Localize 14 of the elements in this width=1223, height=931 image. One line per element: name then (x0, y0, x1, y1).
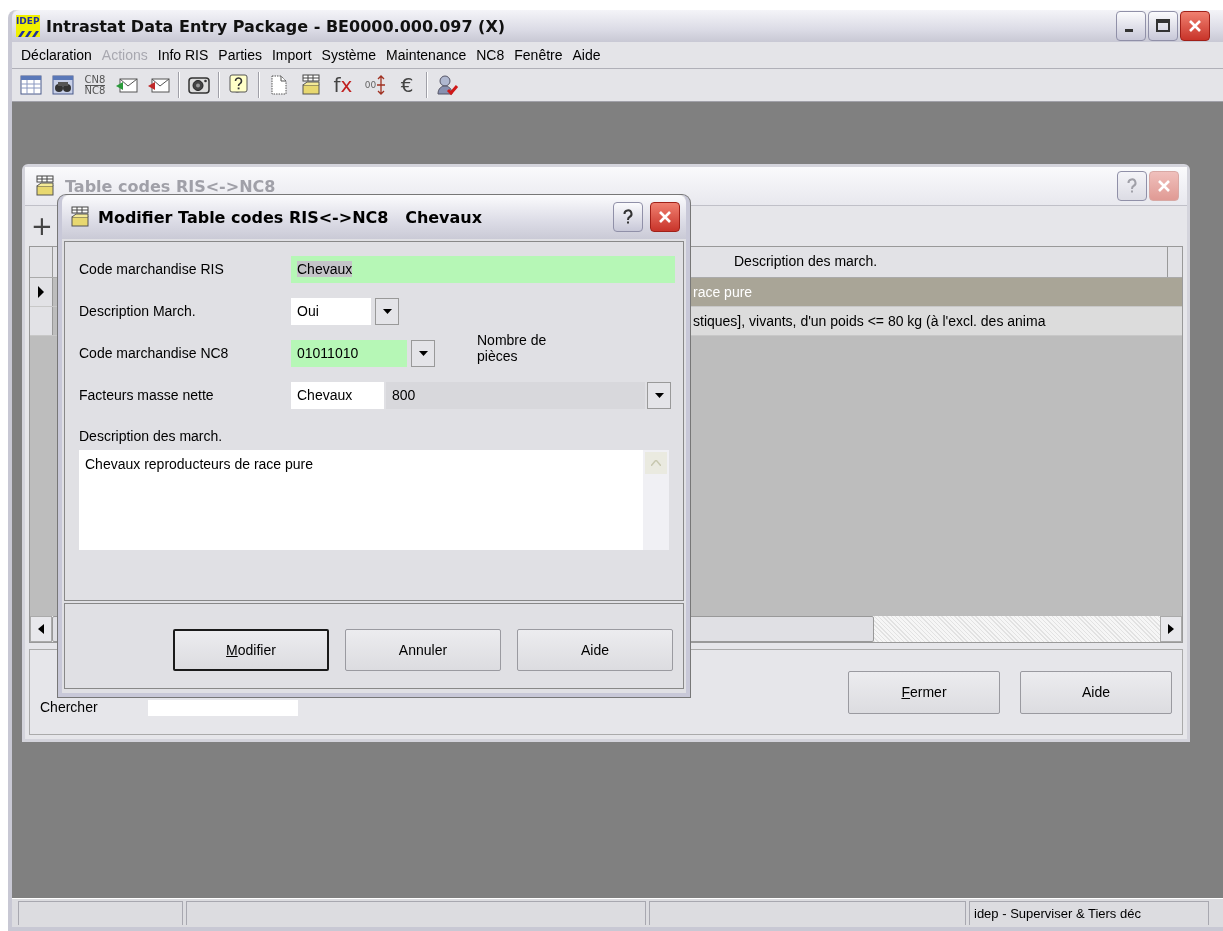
dialog-title: Modifier Table codes RIS<->NC8 Chevaux (98, 207, 484, 227)
field-label: Facteurs masse nette (79, 386, 215, 403)
search-label: Chercher (40, 699, 98, 715)
table-cell: stiques], vivants, d'un poids <= 80 kg (à l'excl. des anima (689, 307, 1182, 335)
field-label: Description March. (79, 302, 197, 319)
field-label: Nombre de pièces (477, 332, 548, 364)
field-label: Code marchandise NC8 (79, 344, 230, 361)
field-label: Code marchandise RIS (79, 260, 225, 277)
status-text: idep - Superviser & Tiers déc (969, 901, 1209, 925)
window-title: Table codes RIS<->NC8 (65, 176, 277, 196)
app-logo: IDEP (16, 15, 40, 37)
table-cell: race pure (689, 278, 1182, 306)
window-title: Intrastat Data Entry Package - BE0000.000.097 (X) (46, 16, 507, 36)
field-label: Description des march. (79, 428, 224, 444)
